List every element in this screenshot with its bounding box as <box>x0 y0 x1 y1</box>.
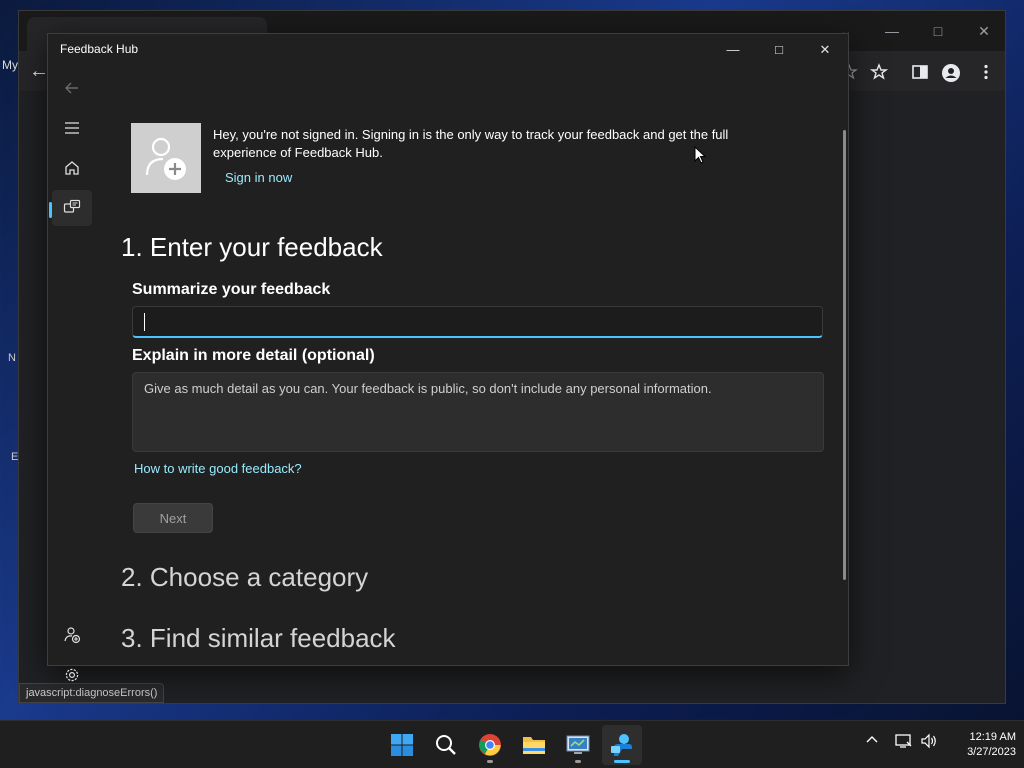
step-3-heading[interactable]: 3. Find similar feedback <box>121 623 396 654</box>
browser-page-text: My <box>2 58 18 72</box>
search-icon <box>436 735 456 755</box>
control-panel-icon <box>566 735 590 754</box>
taskbar-chrome[interactable] <box>470 725 510 765</box>
browser-page-letter: N <box>8 352 16 364</box>
running-indicator <box>487 760 493 763</box>
hamburger-menu-button[interactable] <box>52 110 92 146</box>
taskbar-feedback-hub[interactable] <box>602 725 642 765</box>
step-2-heading[interactable]: 2. Choose a category <box>121 562 368 593</box>
feedback-hub-icon <box>611 734 632 756</box>
add-user-icon <box>145 137 186 180</box>
bookmark-star-icon[interactable] <box>869 63 892 85</box>
summary-input[interactable] <box>132 306 823 338</box>
browser-maximize-button[interactable]: □ <box>923 17 953 45</box>
search-button[interactable] <box>426 725 466 765</box>
taskbar: 12:19 AM 3/27/2023 <box>0 720 1024 768</box>
close-button[interactable]: ✕ <box>802 36 848 64</box>
nav-settings[interactable] <box>52 657 92 693</box>
signin-message: Hey, you're not signed in. Signing in is… <box>213 127 729 160</box>
nav-feedback[interactable] <box>52 190 92 226</box>
browser-page-letter: E <box>11 451 19 463</box>
mouse-cursor-icon <box>694 145 707 169</box>
back-arrow-icon <box>65 82 78 94</box>
clock-time: 12:19 AM <box>969 731 1016 743</box>
title-bar[interactable]: Feedback Hub — □ ✕ <box>48 34 848 66</box>
chevron-up-icon[interactable] <box>865 733 879 750</box>
nav-selection-indicator <box>49 202 52 218</box>
add-account-icon <box>64 627 81 644</box>
active-app-indicator <box>614 760 630 763</box>
step-1-heading: 1. Enter your feedback <box>121 232 383 262</box>
start-button[interactable] <box>382 725 422 765</box>
detail-input[interactable] <box>132 372 824 452</box>
minimize-button[interactable]: — <box>710 36 756 64</box>
gear-icon <box>65 668 79 682</box>
sign-in-link[interactable]: Sign in now <box>225 170 292 185</box>
browser-menu-icon[interactable] <box>977 63 999 85</box>
browser-close-button[interactable]: ✕ <box>969 17 999 45</box>
chrome-icon <box>479 734 501 756</box>
browser-minimize-button[interactable]: — <box>877 17 907 45</box>
scrollbar[interactable] <box>843 130 846 580</box>
folder-icon <box>523 737 545 754</box>
running-indicator <box>575 760 581 763</box>
feedback-icon <box>63 199 81 213</box>
profile-icon[interactable] <box>941 63 963 85</box>
network-icon[interactable] <box>895 733 913 752</box>
system-clock[interactable]: 12:19 AM 3/27/2023 <box>944 730 1016 760</box>
taskbar-control-panel[interactable] <box>558 725 598 765</box>
windows-logo-icon <box>391 734 413 756</box>
summary-label: Summarize your feedback <box>132 281 331 298</box>
taskbar-file-explorer[interactable] <box>514 725 554 765</box>
how-to-write-feedback-link[interactable]: How to write good feedback? <box>134 461 302 476</box>
nav-home[interactable] <box>52 150 92 186</box>
hamburger-icon <box>65 122 79 134</box>
window-title: Feedback Hub <box>60 42 139 56</box>
volume-icon[interactable] <box>920 733 938 752</box>
maximize-button[interactable]: □ <box>756 36 802 64</box>
feedback-hub-window: Feedback Hub — □ ✕ Hey, you're not signe… <box>47 33 849 682</box>
next-button[interactable]: Next <box>133 503 213 533</box>
home-icon <box>65 161 79 175</box>
text-caret <box>144 313 145 331</box>
side-panel-icon[interactable] <box>911 63 933 85</box>
detail-label: Explain in more detail (optional) <box>132 347 375 364</box>
clock-date: 3/27/2023 <box>967 746 1016 758</box>
signin-avatar <box>131 123 201 193</box>
nav-account[interactable] <box>52 617 92 653</box>
back-button[interactable] <box>52 70 92 106</box>
